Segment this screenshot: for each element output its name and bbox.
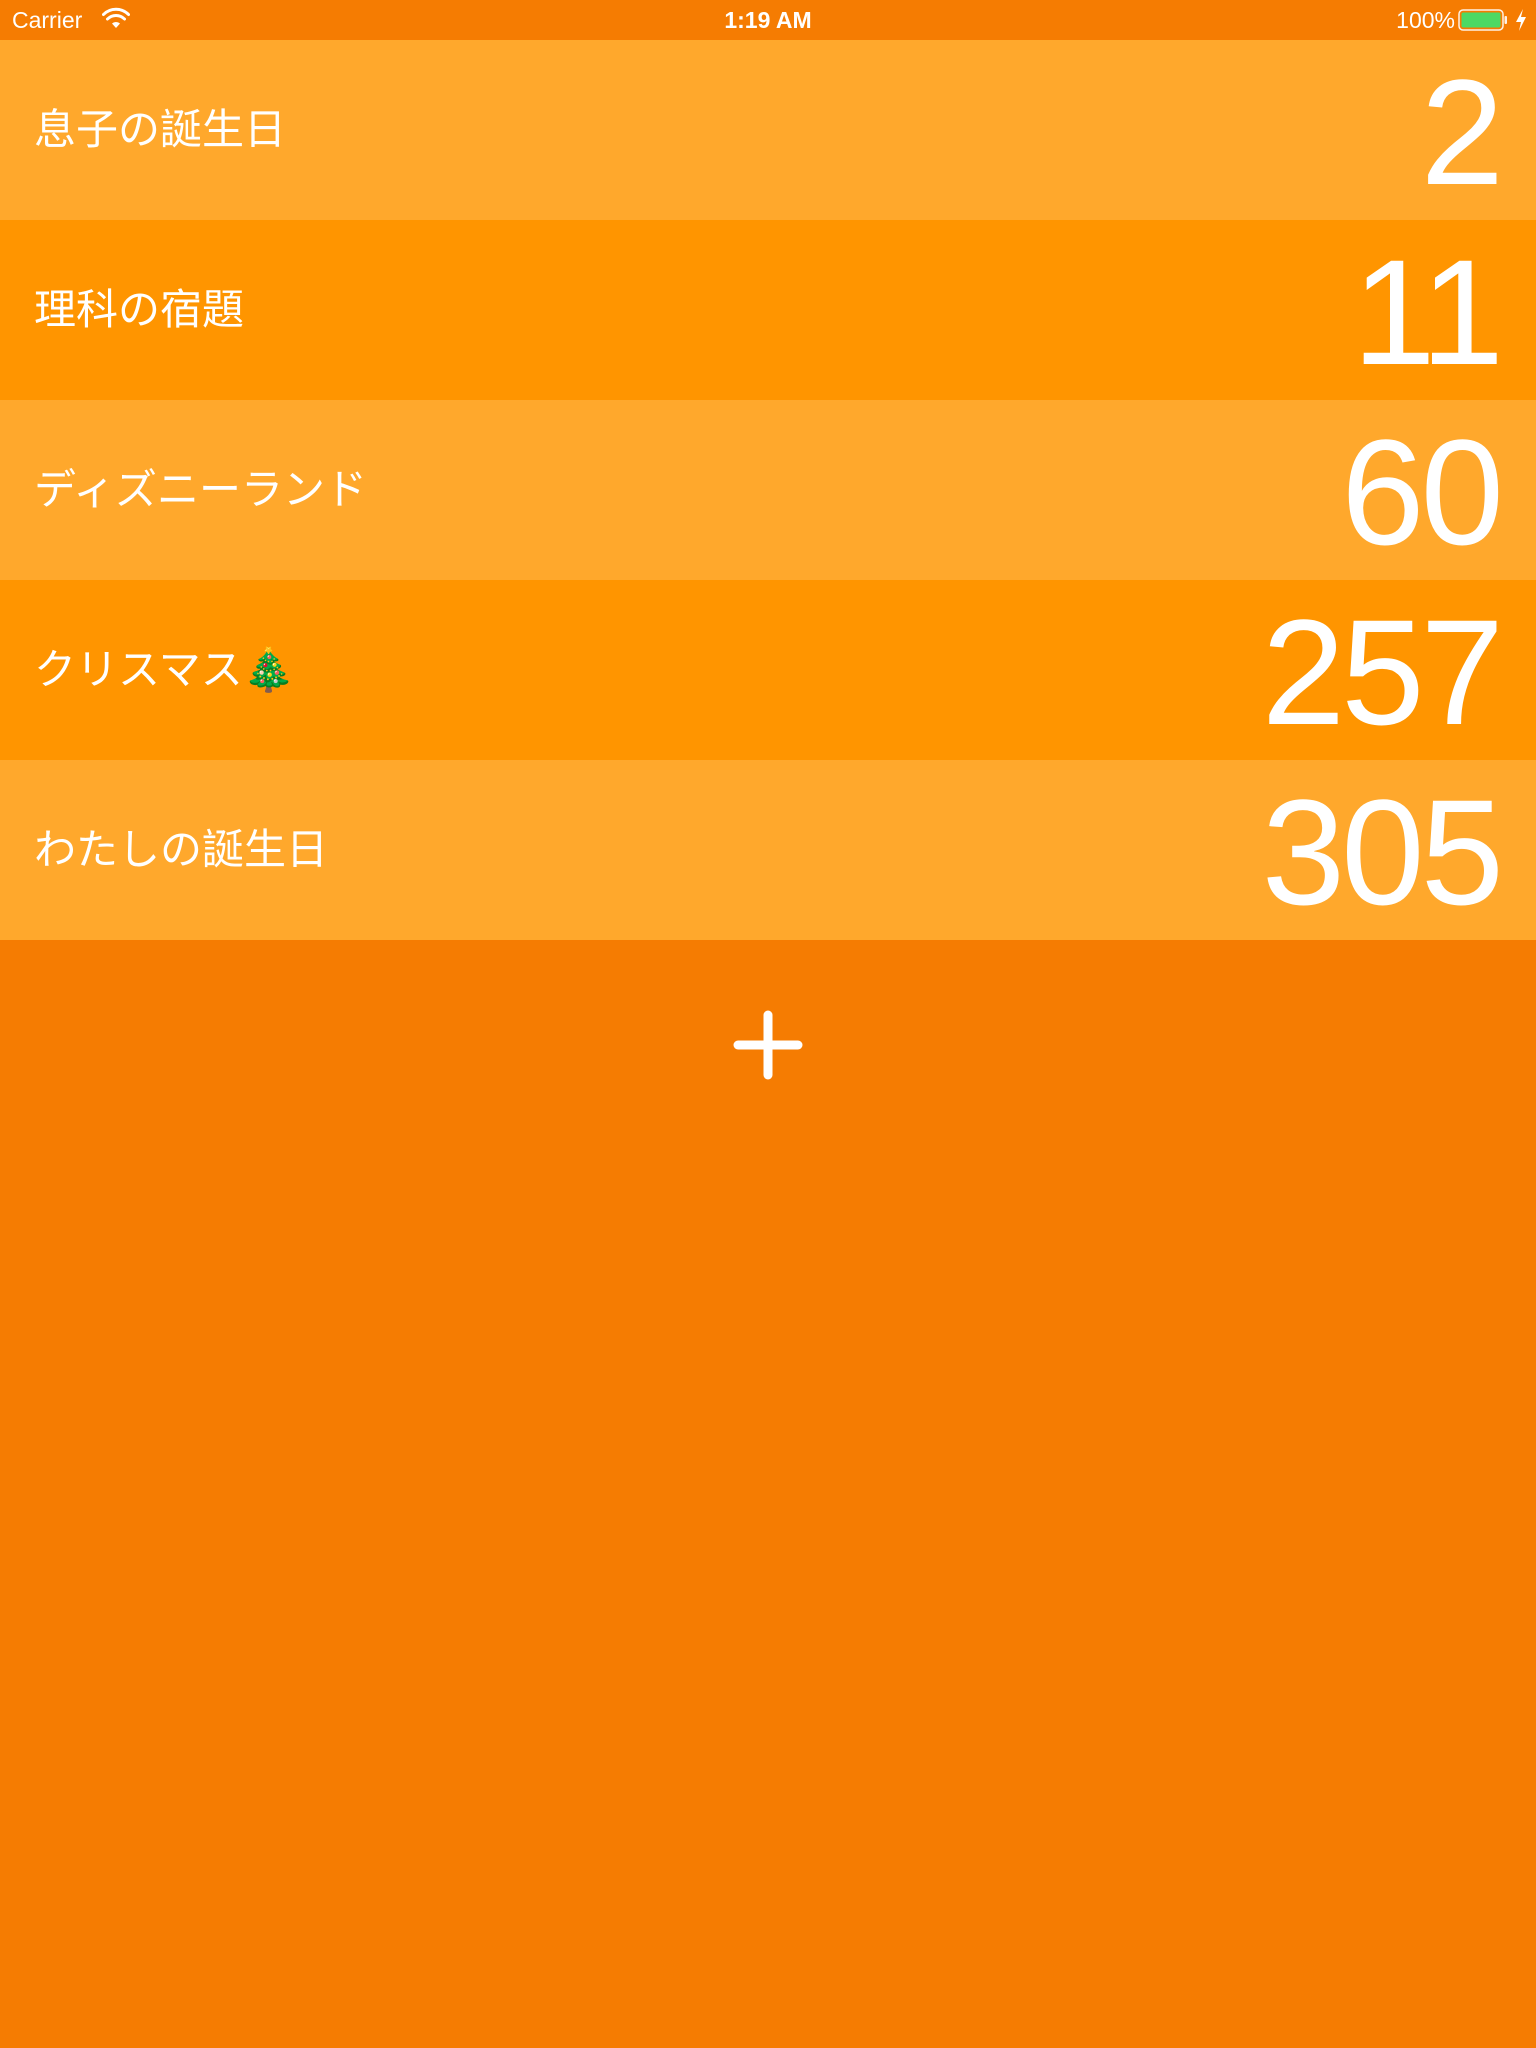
battery-icon [1458,9,1507,31]
event-row[interactable]: 理科の宿題 11 [0,220,1536,400]
event-title: 息子の誕生日 [34,105,287,154]
event-row[interactable]: わたしの誕生日 305 [0,760,1536,940]
add-event-button[interactable] [728,1005,808,1085]
status-bar: Carrier 1:19 AM 100% [0,0,1536,40]
event-row[interactable]: ディズニーランド 60 [0,400,1536,580]
event-days-count: 11 [1352,228,1504,396]
event-list: 息子の誕生日 2 理科の宿題 11 ディズニーランド 60 クリスマス🎄 257… [0,40,1536,940]
clock: 1:19 AM [724,7,812,33]
event-days-count: 60 [1341,408,1504,576]
event-days-count: 305 [1261,768,1504,936]
event-title: クリスマス🎄 [34,645,296,694]
event-title: 理科の宿題 [34,285,245,334]
event-title: ディズニーランド [34,465,368,514]
plus-icon [733,1010,803,1080]
event-row[interactable]: 息子の誕生日 2 [0,40,1536,220]
charging-icon [1516,9,1526,31]
event-row[interactable]: クリスマス🎄 257 [0,580,1536,760]
event-days-count: 2 [1420,48,1504,216]
battery-percent: 100% [1396,7,1455,33]
event-title: わたしの誕生日 [34,825,329,874]
event-days-count: 257 [1261,588,1504,756]
